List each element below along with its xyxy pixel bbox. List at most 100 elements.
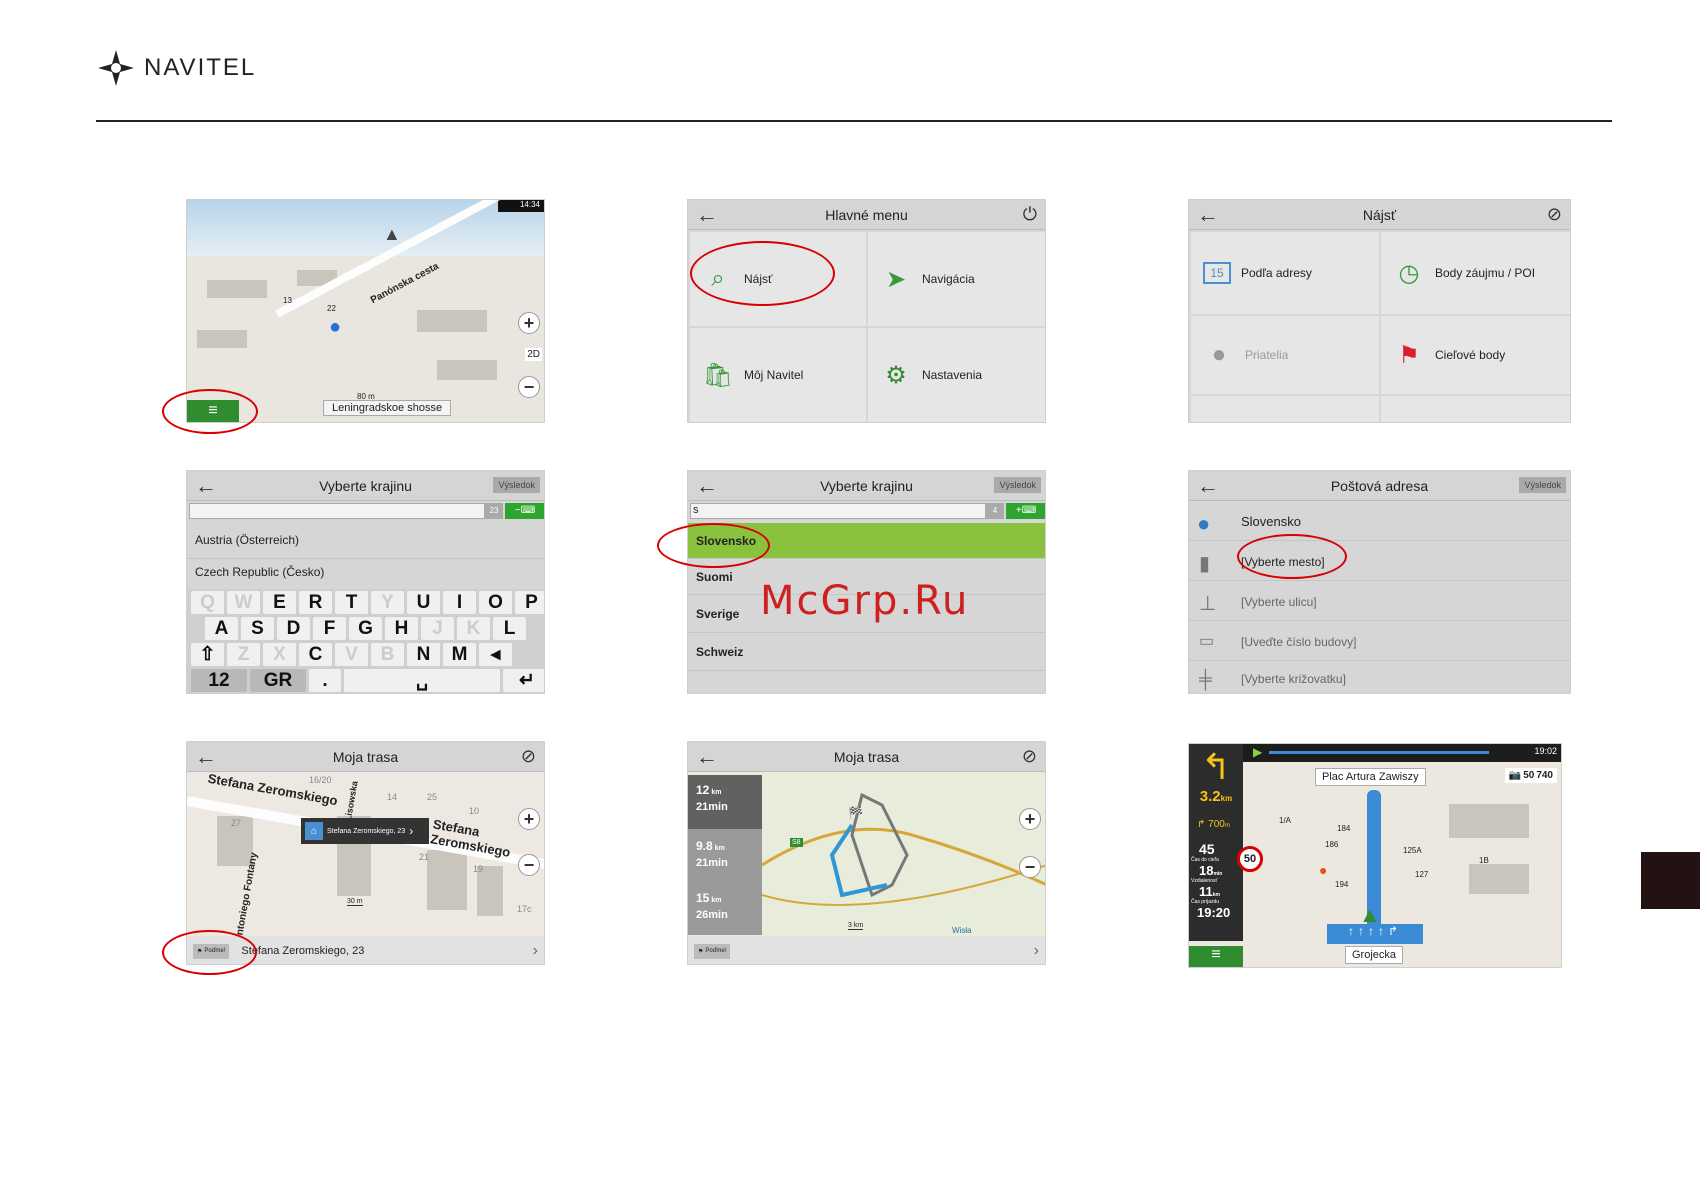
key-i[interactable]: I	[443, 591, 476, 614]
menu-tile-settings[interactable]: ⚙ Nastavenia	[868, 328, 1045, 422]
building	[197, 330, 247, 348]
search-input[interactable]	[189, 503, 485, 519]
map-scale: 3 km	[848, 922, 864, 930]
zoom-out-button[interactable]: −	[1019, 856, 1041, 878]
key-o[interactable]: O	[479, 591, 512, 614]
menu-tile-my-navitel[interactable]: 🛍 Môj Navitel	[690, 328, 866, 422]
key-p[interactable]: P	[515, 591, 544, 614]
house-number: 21	[419, 852, 430, 862]
zoom-in-button[interactable]: +	[518, 808, 540, 830]
key-z[interactable]: Z	[227, 643, 260, 666]
find-by-address[interactable]: 15 Podľa adresy	[1191, 232, 1379, 314]
key-␣[interactable]: ␣	[344, 669, 500, 692]
list-item[interactable]: Czech Republic (Česko)	[187, 559, 544, 585]
key-r[interactable]: R	[299, 591, 332, 614]
map-label: 184	[1337, 824, 1351, 833]
key-◂[interactable]: ◂	[479, 643, 512, 666]
result-button[interactable]: Výsledok	[493, 477, 540, 493]
key-a[interactable]: A	[205, 617, 238, 640]
route-option[interactable]: 9.8 km 21min	[688, 831, 762, 881]
key-↵[interactable]: ↵	[503, 669, 544, 692]
key-h[interactable]: H	[385, 617, 418, 640]
house-number: 19	[473, 864, 484, 874]
chevron-right-icon[interactable]: ›	[533, 942, 538, 960]
back-arrow-icon[interactable]: ←	[1197, 473, 1219, 499]
no-route-icon[interactable]: ⊘	[1547, 204, 1562, 225]
find-friends[interactable]: ● Priatelia	[1191, 316, 1379, 394]
route-option-selected[interactable]: 12 km 21min	[688, 775, 762, 829]
key-c[interactable]: C	[299, 643, 332, 666]
find-poi[interactable]: ◷ Body záujmu / POI	[1381, 232, 1570, 314]
keyboard-toggle-button[interactable]: −⌨	[505, 503, 544, 519]
destination-popup[interactable]: ⌂ Stefana Zeromskiego, 23 ›	[301, 818, 429, 844]
back-arrow-icon[interactable]: ←	[1197, 202, 1219, 228]
back-arrow-icon[interactable]: ←	[696, 202, 718, 228]
key-v[interactable]: V	[335, 643, 368, 666]
address-crossing[interactable]: [Vyberte križovatku]	[1189, 663, 1570, 693]
key-y[interactable]: Y	[371, 591, 404, 614]
key-l[interactable]: L	[493, 617, 526, 640]
result-button[interactable]: Výsledok	[994, 477, 1041, 493]
address-street[interactable]: [Vyberte ulicu]	[1189, 583, 1570, 621]
key-12[interactable]: 12	[191, 669, 247, 692]
view-2d-button[interactable]: 2D	[525, 348, 542, 361]
key-m[interactable]: M	[443, 643, 476, 666]
screenshot-postal-address: ← Poštová adresa Výsledok Slovensko [Vyb…	[1188, 470, 1571, 694]
back-arrow-icon[interactable]: ←	[696, 473, 718, 499]
route-option[interactable]: 15 km 26min	[688, 883, 762, 935]
key-u[interactable]: U	[407, 591, 440, 614]
key-n[interactable]: N	[407, 643, 440, 666]
key-g[interactable]: G	[349, 617, 382, 640]
list-item[interactable]: Schweiz	[688, 633, 1045, 671]
back-arrow-icon[interactable]: ←	[195, 473, 217, 499]
compass-icon[interactable]: ▲	[383, 224, 401, 245]
zoom-out-button[interactable]: −	[518, 854, 540, 876]
key-⇧[interactable]: ⇧	[191, 643, 224, 666]
poi-pin-icon[interactable]: ●	[329, 316, 341, 339]
route-distance: 9.8	[696, 839, 713, 853]
zoom-out-button[interactable]: −	[518, 376, 540, 398]
key-.[interactable]: .	[309, 669, 341, 692]
find-destinations[interactable]: ⚑ Cieľové body	[1381, 316, 1570, 394]
go-button[interactable]: ⚑ Poďme!	[694, 943, 731, 959]
zoom-in-button[interactable]: +	[1019, 808, 1041, 830]
route-map	[762, 792, 1045, 906]
keyboard-toggle-button[interactable]: +⌨	[1006, 503, 1045, 519]
key-t[interactable]: T	[335, 591, 368, 614]
menu-button[interactable]: ≡	[1189, 946, 1243, 967]
screenshot-map: 14:34 Panónska cesta 13 22 ▲ ● + 2D − 80…	[186, 199, 545, 423]
key-s[interactable]: S	[241, 617, 274, 640]
address-building[interactable]: [Uveďte číslo budovy]	[1189, 623, 1570, 661]
zoom-in-button[interactable]: +	[518, 312, 540, 334]
menu-tile-navigation[interactable]: ➤ Navigácia	[868, 232, 1045, 326]
find-tile-partial[interactable]	[1191, 396, 1379, 422]
key-q[interactable]: Q	[191, 591, 224, 614]
find-tile-partial[interactable]	[1381, 396, 1570, 422]
key-e[interactable]: E	[263, 591, 296, 614]
key-x[interactable]: X	[263, 643, 296, 666]
house-number: 14	[387, 792, 398, 802]
key-gr[interactable]: GR	[250, 669, 306, 692]
road-badge: S8	[790, 838, 803, 847]
map-label: 1B	[1479, 856, 1489, 865]
logo-text: NAVITEL	[144, 54, 257, 81]
search-input[interactable]: s	[690, 503, 986, 519]
result-button[interactable]: Výsledok	[1519, 477, 1566, 493]
person-icon: ●	[1211, 341, 1227, 368]
back-arrow-icon[interactable]: ←	[195, 744, 217, 770]
list-item[interactable]: Austria (Österreich)	[187, 521, 544, 559]
key-w[interactable]: W	[227, 591, 260, 614]
address-country[interactable]: Slovensko	[1189, 503, 1570, 541]
chevron-right-icon[interactable]: ›	[1034, 942, 1039, 960]
key-d[interactable]: D	[277, 617, 310, 640]
no-route-icon[interactable]: ⊘	[521, 746, 536, 767]
key-b[interactable]: B	[371, 643, 404, 666]
power-icon[interactable]: ⏻	[1023, 204, 1037, 225]
key-j[interactable]: J	[421, 617, 454, 640]
no-route-icon[interactable]: ⊘	[1022, 746, 1037, 767]
back-arrow-icon[interactable]: ←	[696, 744, 718, 770]
key-f[interactable]: F	[313, 617, 346, 640]
key-k[interactable]: K	[457, 617, 490, 640]
screen-title: Vyberte krajinu	[319, 477, 412, 494]
building	[427, 850, 467, 910]
